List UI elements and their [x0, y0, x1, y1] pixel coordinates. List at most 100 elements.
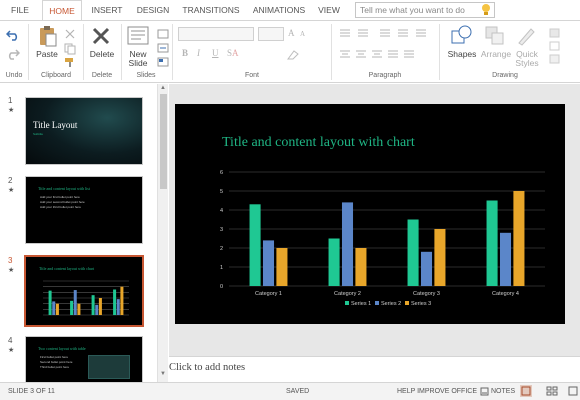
- font-color-button[interactable]: A: [232, 48, 239, 58]
- thumbnail-table: [88, 355, 130, 379]
- bar-chart[interactable]: 0 1 2 3 4 5 6 Category 1 Category 2 Category 3 Cat…: [215, 164, 555, 314]
- thumbnail-bullet: Add your first bullet point here: [40, 195, 80, 199]
- y-tick-label: 5: [220, 189, 223, 195]
- delete-x-icon[interactable]: [91, 26, 111, 46]
- transition-star-icon: ★: [8, 347, 15, 354]
- tab-file[interactable]: FILE: [4, 0, 36, 20]
- bar-series-3: [120, 286, 124, 315]
- bar-series-2: [95, 304, 99, 315]
- slide-sorter-view-icon[interactable]: [546, 386, 558, 396]
- paragraph-controls-icon[interactable]: [338, 27, 433, 67]
- bold-button[interactable]: B: [182, 48, 188, 58]
- y-tick-label: 6: [220, 170, 223, 176]
- tab-transitions[interactable]: TRANSITIONS: [178, 0, 244, 20]
- tab-insert[interactable]: INSERT: [86, 0, 128, 20]
- slide-count-status: SLIDE 3 OF 11: [8, 388, 55, 395]
- divider: [172, 24, 173, 80]
- shapes-button-label[interactable]: Shapes: [444, 50, 480, 59]
- y-tick-label: 2: [220, 246, 223, 252]
- slide-thumbnail-2[interactable]: Title and content layout with list Add y…: [25, 176, 143, 244]
- category-label: Category 3: [413, 291, 440, 297]
- group-label-font: Font: [244, 72, 259, 79]
- normal-view-icon[interactable]: [520, 385, 532, 397]
- legend-label: Series 1: [351, 301, 371, 307]
- slide-thumbnail-pane: 1 ★ Title Layout Subtitle 2 ★ Title and …: [0, 84, 168, 382]
- shrink-font-button[interactable]: A: [300, 30, 305, 38]
- tab-animations[interactable]: ANIMATIONS: [248, 0, 310, 20]
- font-size-select[interactable]: [258, 27, 284, 41]
- bar-series-2: [499, 232, 512, 286]
- paste-icon[interactable]: [38, 25, 58, 47]
- delete-button-label[interactable]: Delete: [85, 50, 119, 59]
- clear-formatting-icon[interactable]: [286, 49, 300, 61]
- tab-view[interactable]: VIEW: [314, 0, 344, 20]
- scroll-down-arrow-icon[interactable]: ▼: [160, 371, 166, 377]
- bar-series-1: [91, 295, 95, 315]
- scroll-thumb[interactable]: [160, 94, 167, 189]
- group-label-paragraph: Paragraph: [368, 72, 402, 79]
- group-label-undo: Undo: [5, 72, 23, 79]
- grow-font-button[interactable]: A: [288, 28, 295, 38]
- shape-format-icons[interactable]: [548, 27, 562, 67]
- slide-thumbnail-3[interactable]: Title and content layout with chart: [24, 255, 144, 327]
- thumbnail-title: Two content layout with table: [38, 346, 86, 351]
- shapes-icon[interactable]: [450, 25, 474, 47]
- thumbnail-bullet: Add your second bullet point here: [40, 200, 85, 204]
- new-slide-label[interactable]: Slide: [122, 59, 154, 68]
- quick-styles-icon[interactable]: [515, 25, 537, 47]
- category-label: Category 4: [492, 291, 519, 297]
- legend-swatch: [345, 301, 349, 305]
- transition-star-icon: ★: [8, 267, 15, 274]
- notes-toggle[interactable]: NOTES: [491, 388, 515, 395]
- format-painter-icon[interactable]: [64, 57, 76, 67]
- thumbnail-bullet: Add your third bullet point here: [40, 205, 81, 209]
- notes-icon[interactable]: [480, 387, 489, 396]
- ribbon-tab-bar: FILE HOME INSERT DESIGN TRANSITIONS ANIM…: [0, 0, 580, 20]
- bar-series-3: [77, 303, 81, 315]
- arrange-icon[interactable]: [484, 25, 506, 47]
- bar-series-3: [276, 248, 288, 286]
- reading-view-icon[interactable]: [568, 386, 578, 396]
- bar-series-2: [420, 251, 433, 286]
- quick-styles-label[interactable]: Styles: [510, 59, 544, 68]
- slide-thumbnail-1[interactable]: Title Layout Subtitle: [25, 97, 143, 165]
- thumbnail-bullet: Second bullet point here: [40, 360, 73, 364]
- tab-home[interactable]: HOME: [42, 0, 82, 20]
- legend-swatch: [375, 301, 379, 305]
- category-label: Category 1: [255, 291, 282, 297]
- thumbnail-scrollbar[interactable]: ▲ ▼: [157, 84, 168, 382]
- notes-placeholder[interactable]: Click to add notes: [169, 362, 245, 373]
- slide-thumbnail-4[interactable]: Two content layout with table First bull…: [25, 336, 143, 382]
- bar-series-3: [355, 248, 367, 286]
- bar-series-1: [328, 238, 340, 286]
- help-improve-office-link[interactable]: HELP IMPROVE OFFICE: [397, 388, 477, 395]
- undo-icon[interactable]: [6, 29, 20, 41]
- y-tick-label: 0: [220, 284, 223, 290]
- redo-icon[interactable]: [6, 48, 20, 60]
- new-slide-icon[interactable]: [127, 25, 149, 47]
- scroll-up-arrow-icon[interactable]: ▲: [160, 85, 166, 91]
- legend-label: Series 3: [411, 301, 431, 307]
- layout-icon[interactable]: [157, 29, 169, 39]
- font-name-select[interactable]: [178, 27, 254, 41]
- transition-star-icon: ★: [8, 107, 15, 114]
- legend-swatch: [405, 301, 409, 305]
- slide-title[interactable]: Title and content layout with chart: [222, 135, 415, 151]
- slide-number: 2: [8, 176, 13, 185]
- y-tick-label: 3: [220, 227, 223, 233]
- bar-series-2: [341, 202, 354, 286]
- notes-pane[interactable]: Click to add notes: [169, 356, 580, 382]
- tell-me-search-box[interactable]: Tell me what you want to do: [355, 2, 495, 18]
- cut-icon[interactable]: [64, 29, 76, 39]
- italic-button[interactable]: I: [197, 48, 200, 58]
- current-slide[interactable]: Title and content layout with chart 0 1 2 3…: [175, 104, 565, 324]
- group-label-drawing: Drawing: [492, 72, 518, 79]
- bar-series-3: [98, 298, 102, 315]
- copy-icon[interactable]: [64, 43, 76, 55]
- section-icon[interactable]: [157, 57, 169, 67]
- underline-button[interactable]: U: [212, 48, 219, 58]
- tab-design[interactable]: DESIGN: [132, 0, 174, 20]
- paste-button-label[interactable]: Paste: [30, 50, 64, 59]
- slide-number: 3: [8, 256, 13, 265]
- reset-icon[interactable]: [157, 43, 169, 53]
